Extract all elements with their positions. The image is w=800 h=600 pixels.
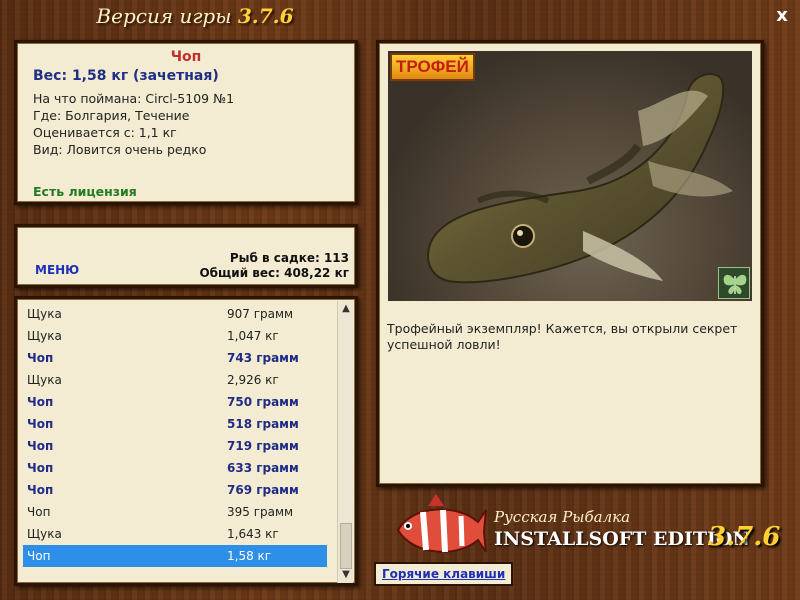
keepnet-stats-panel: МЕНЮ Рыб в садке: 113 Общий вес: 408,22 … — [14, 224, 358, 288]
list-item[interactable]: Щука 1,047 кг — [23, 325, 327, 347]
list-item[interactable]: Щука 2,926 кг — [23, 369, 327, 391]
place-info: Где: Болгария, Течение — [33, 108, 190, 123]
bait-info: На что поймана: Circl-5109 №1 — [33, 91, 235, 106]
list-item-name: Щука — [27, 329, 62, 343]
title-text: Версия игры — [96, 4, 232, 28]
list-item-weight: 743 грамм — [227, 351, 299, 365]
trophy-description: Трофейный экземпляр! Кажется, вы открыли… — [387, 321, 738, 352]
chevron-up-icon[interactable]: ▲ — [338, 301, 354, 317]
fish-photo: ТРОФЕЙ — [388, 51, 752, 301]
close-icon[interactable]: x — [772, 6, 792, 26]
total-weight: Общий вес: 408,22 кг — [199, 266, 349, 280]
list-item-weight: 518 грамм — [227, 417, 299, 431]
list-item-name: Чоп — [27, 351, 54, 365]
list-item[interactable]: Чоп 395 грамм — [23, 501, 327, 523]
butterfly-icon[interactable] — [718, 267, 750, 299]
list-item[interactable]: Щука 907 грамм — [23, 303, 327, 325]
fish-count: Рыб в садке: 113 — [229, 251, 349, 265]
license-status: Есть лицензия — [33, 184, 137, 199]
fish-weight: Вес: 1,58 кг (зачетная) — [33, 68, 219, 84]
window-title: Версия игры 3.7.6 — [0, 4, 390, 28]
list-item-name: Щука — [27, 307, 62, 321]
list-scrollbar[interactable]: ▲ ▼ — [337, 301, 353, 583]
scrollbar-thumb[interactable] — [340, 523, 352, 569]
list-item[interactable]: Чоп 1,58 кг — [23, 545, 327, 567]
fish-name: Чоп — [170, 49, 202, 65]
branding-logo: Русская Рыбалка INSTALLSOFT EDITION 3.7.… — [388, 488, 788, 568]
list-item-name: Щука — [27, 527, 62, 541]
list-item[interactable]: Чоп 719 грамм — [23, 435, 327, 457]
list-item[interactable]: Щука 1,643 кг — [23, 523, 327, 545]
list-item-name: Чоп — [27, 549, 51, 563]
brand-version: 3.7.6 — [708, 522, 781, 552]
rated-from-info: Оценивается с: 1,1 кг — [33, 125, 177, 140]
catch-list[interactable]: Щука 907 грамм Щука 1,047 кг Чоп 743 грамм Щук… — [14, 296, 358, 586]
list-item-weight: 907 грамм — [227, 307, 294, 321]
list-item[interactable]: Чоп 769 грамм — [23, 479, 327, 501]
list-item[interactable]: Чоп 743 грамм — [23, 347, 327, 369]
list-item-weight: 1,643 кг — [227, 527, 279, 541]
list-item-name: Чоп — [27, 483, 54, 497]
list-item[interactable]: Чоп 633 грамм — [23, 457, 327, 479]
list-item-weight: 2,926 кг — [227, 373, 279, 387]
chevron-down-icon[interactable]: ▼ — [338, 567, 354, 583]
list-item-weight: 750 грамм — [227, 395, 299, 409]
trophy-badge: ТРОФЕЙ — [390, 53, 475, 81]
list-item-name: Щука — [27, 373, 62, 387]
list-item-name: Чоп — [27, 505, 51, 519]
list-item-weight: 719 грамм — [227, 439, 299, 453]
fish-photo-panel: ТРОФЕЙ Трофейный экземпляр! Кажется, вы … — [376, 40, 764, 487]
list-item[interactable]: Чоп 750 грамм — [23, 391, 327, 413]
list-item-name: Чоп — [27, 417, 54, 431]
fish-logo-icon — [396, 494, 487, 553]
hotkeys-button[interactable]: Горячие клавиши — [374, 562, 514, 586]
list-item-weight: 1,58 кг — [227, 549, 272, 563]
fish-illustration — [426, 73, 733, 284]
list-item-weight: 769 грамм — [227, 483, 299, 497]
list-item-name: Чоп — [27, 395, 54, 409]
rarity-info: Вид: Ловится очень редко — [33, 142, 207, 157]
list-item[interactable]: Чоп 518 грамм — [23, 413, 327, 435]
list-item-weight: 633 грамм — [227, 461, 299, 475]
brand-line-1: Русская Рыбалка — [494, 508, 631, 526]
list-item-weight: 395 грамм — [227, 505, 294, 519]
catch-info-panel: Чоп Вес: 1,58 кг (зачетная) На что пойма… — [14, 40, 358, 205]
list-item-name: Чоп — [27, 461, 54, 475]
list-item-weight: 1,047 кг — [227, 329, 279, 343]
menu-button[interactable]: МЕНЮ — [35, 263, 79, 277]
list-item-name: Чоп — [27, 439, 54, 453]
title-version: 3.7.6 — [237, 4, 294, 28]
